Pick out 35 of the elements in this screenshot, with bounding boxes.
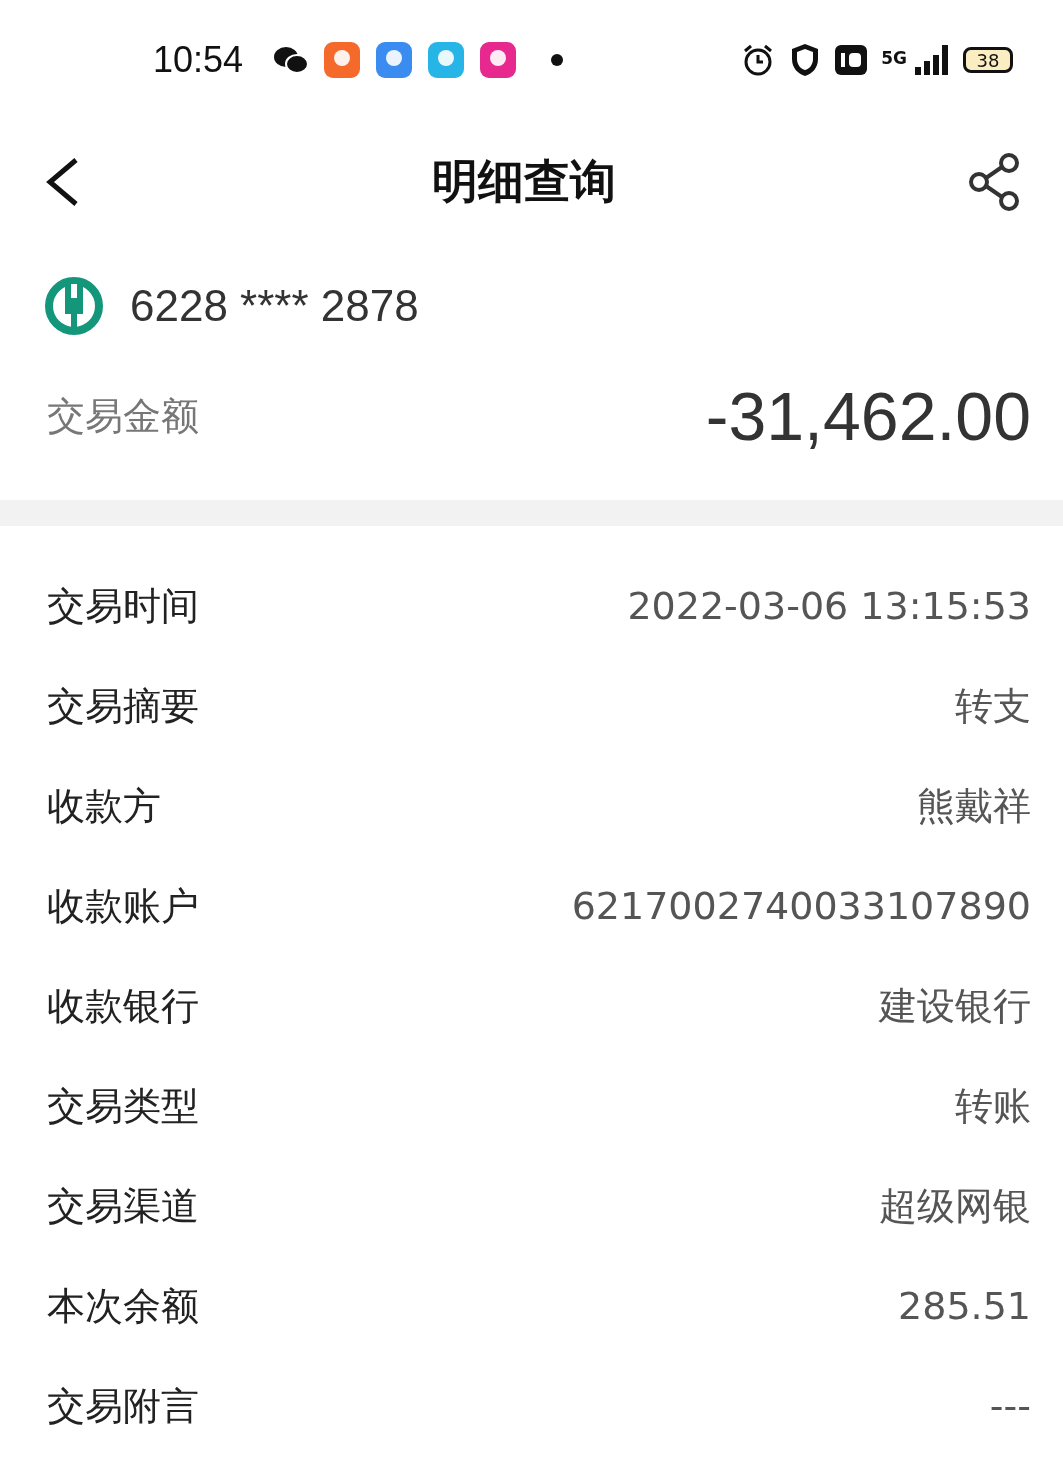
detail-value: 超级网银 bbox=[879, 1182, 1031, 1230]
amount-value: -31,462.00 bbox=[705, 377, 1031, 455]
status-time: 10:54 bbox=[153, 39, 244, 81]
detail-label: 交易类型 bbox=[47, 1082, 199, 1130]
detail-label: 收款银行 bbox=[47, 982, 199, 1030]
app-icon bbox=[375, 41, 414, 79]
detail-value: 转账 bbox=[955, 1082, 1031, 1130]
network-type: 5G bbox=[881, 48, 907, 68]
page-title: 明细查询 bbox=[431, 153, 616, 210]
bank-logo-icon bbox=[44, 276, 104, 336]
detail-value: 转支 bbox=[955, 682, 1031, 730]
detail-label: 本次余额 bbox=[47, 1282, 199, 1330]
detail-label: 交易附言 bbox=[47, 1382, 199, 1430]
detail-value: --- bbox=[989, 1384, 1031, 1428]
app-icon bbox=[479, 41, 518, 79]
app-icon bbox=[323, 41, 362, 79]
detail-label: 交易摘要 bbox=[47, 682, 199, 730]
detail-label: 交易时间 bbox=[47, 582, 199, 630]
battery-indicator: 38 bbox=[963, 47, 1013, 73]
detail-label: 收款账户 bbox=[47, 882, 199, 930]
detail-label: 收款方 bbox=[47, 782, 161, 830]
signal-icon bbox=[915, 45, 949, 75]
detail-label: 交易渠道 bbox=[47, 1182, 199, 1230]
hd-icon bbox=[835, 45, 868, 75]
chat-icon bbox=[273, 45, 310, 75]
detail-value: 熊戴祥 bbox=[917, 782, 1031, 830]
notification-dot-icon bbox=[551, 54, 564, 66]
detail-value: 2022-03-06 13:15:53 bbox=[627, 584, 1031, 628]
detail-value: 6217002740033107890 bbox=[571, 884, 1031, 928]
back-button[interactable] bbox=[44, 157, 80, 207]
app-icon bbox=[427, 41, 466, 79]
amount-label: 交易金额 bbox=[47, 392, 199, 440]
detail-value: 建设银行 bbox=[879, 982, 1031, 1030]
account-number: 6228 **** 2878 bbox=[130, 281, 419, 331]
detail-value: 285.51 bbox=[898, 1284, 1031, 1328]
